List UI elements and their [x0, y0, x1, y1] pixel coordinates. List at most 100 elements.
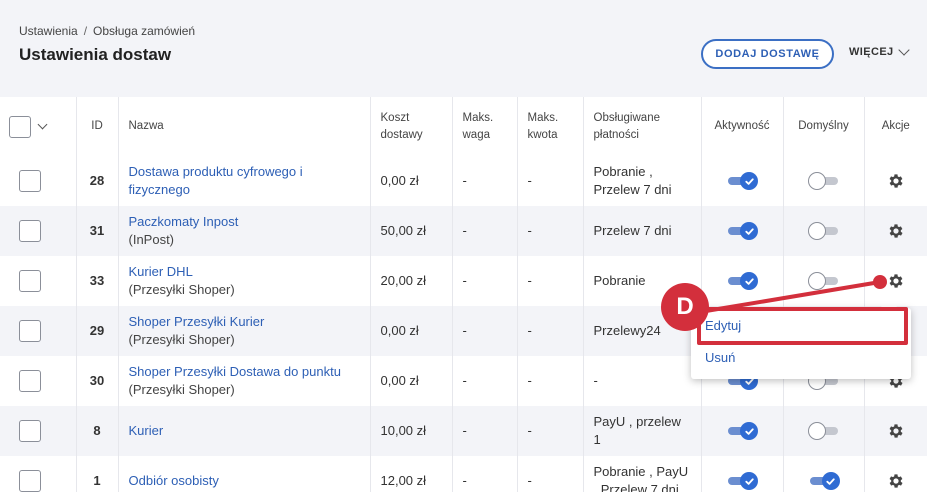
- row-select-cell: [0, 156, 77, 206]
- row-max-weight: -: [452, 206, 518, 256]
- payments-line1: -: [593, 373, 598, 388]
- annotation-marker: D: [661, 283, 709, 331]
- row-id: 30: [76, 356, 119, 406]
- row-active-cell: [701, 206, 784, 256]
- delivery-provider: (Przesyłki Shoper): [128, 282, 235, 297]
- row-checkbox[interactable]: [19, 370, 41, 392]
- page-title: Ustawienia dostaw: [19, 45, 172, 64]
- row-checkbox[interactable]: [19, 320, 41, 342]
- col-weight-line2: waga: [462, 128, 491, 141]
- active-toggle[interactable]: [726, 421, 758, 441]
- breadcrumb: Ustawienia / Obsługa zamówień: [19, 24, 195, 38]
- col-default[interactable]: Domyślny: [783, 97, 865, 156]
- active-toggle[interactable]: [726, 271, 758, 291]
- breadcrumb-current[interactable]: Obsługa zamówień: [93, 24, 195, 38]
- delivery-name-link[interactable]: Odbiór osobisty: [129, 473, 219, 488]
- toggle-knob: [740, 272, 758, 290]
- row-cost: 10,00 zł: [370, 406, 453, 456]
- delivery-name-link[interactable]: Shoper Przesyłki Dostawa do punktu: [129, 364, 341, 379]
- payments-line1: Przelew 7 dni: [593, 223, 672, 238]
- col-id[interactable]: ID: [76, 97, 119, 156]
- select-all-checkbox[interactable]: [9, 115, 31, 138]
- more-dropdown[interactable]: WIĘCEJ: [849, 44, 910, 58]
- breadcrumb-root[interactable]: Ustawienia: [19, 24, 78, 38]
- delivery-name-link[interactable]: Shoper Przesyłki Kurier: [129, 314, 265, 329]
- row-cost: 50,00 zł: [370, 206, 453, 256]
- row-max-weight: -: [452, 306, 518, 356]
- payments-line1: Pobranie , PayU: [593, 464, 689, 479]
- payments-line1: PayU , przelew 1: [593, 414, 681, 447]
- row-payments: Przelew 7 dni: [583, 206, 702, 256]
- table-row: 28 Dostawa produktu cyfrowego i fizyczneg…: [0, 156, 927, 206]
- gear-icon[interactable]: [887, 172, 905, 190]
- col-name[interactable]: Nazwa: [118, 97, 371, 156]
- row-checkbox[interactable]: [19, 270, 41, 292]
- col-payments: Obsługiwane płatności: [583, 97, 702, 156]
- gear-icon[interactable]: [887, 222, 905, 240]
- gear-icon[interactable]: [887, 472, 905, 490]
- gear-icon[interactable]: [887, 422, 905, 440]
- toggle-knob: [740, 472, 758, 490]
- row-payments: Pobranie , Przelew 7 dni: [583, 156, 702, 206]
- table-row: 33 Kurier DHL (Przesyłki Shoper) 20,00 zł - -…: [0, 256, 927, 306]
- delivery-provider: (Przesyłki Shoper): [128, 382, 235, 397]
- row-checkbox[interactable]: [19, 470, 41, 492]
- row-cost: 12,00 zł: [370, 456, 453, 492]
- delivery-name-link[interactable]: Paczkomaty Inpost: [129, 214, 239, 229]
- row-active-cell: [701, 456, 784, 492]
- row-cost: 0,00 zł: [370, 356, 453, 406]
- row-cost: 0,00 zł: [370, 306, 453, 356]
- col-active[interactable]: Aktywność: [701, 97, 784, 156]
- row-checkbox[interactable]: [19, 220, 41, 242]
- row-actions-cell: [864, 456, 927, 492]
- default-toggle[interactable]: [807, 171, 840, 191]
- active-toggle[interactable]: [726, 221, 758, 241]
- toggle-knob: [807, 422, 826, 440]
- col-max-amount[interactable]: Maks. kwota: [517, 97, 584, 156]
- gear-icon[interactable]: [887, 272, 905, 290]
- row-max-weight: -: [452, 456, 518, 492]
- row-active-cell: [701, 156, 784, 206]
- chevron-down-icon[interactable]: [37, 119, 48, 130]
- more-label: WIĘCEJ: [849, 46, 894, 58]
- row-max-amount: -: [517, 306, 584, 356]
- col-cost[interactable]: Koszt dostawy: [370, 97, 453, 156]
- row-payments: Pobranie , PayU , Przelew 7 dni: [583, 456, 702, 492]
- default-toggle[interactable]: [808, 471, 840, 491]
- row-max-weight: -: [452, 406, 518, 456]
- add-delivery-button[interactable]: DODAJ DOSTAWĘ: [701, 39, 834, 69]
- default-toggle[interactable]: [807, 221, 840, 241]
- row-payments: -: [583, 356, 702, 406]
- row-name-cell: Odbiór osobisty: [118, 456, 371, 492]
- breadcrumb-separator: /: [83, 24, 88, 38]
- col-max-weight[interactable]: Maks. waga: [452, 97, 518, 156]
- row-cost: 20,00 zł: [370, 256, 453, 306]
- row-name-cell: Shoper Przesyłki Kurier (Przesyłki Shoper…: [118, 306, 371, 356]
- row-select-cell: [0, 456, 77, 492]
- delivery-provider: (Przesyłki Shoper): [128, 332, 235, 347]
- default-toggle[interactable]: [807, 271, 840, 291]
- row-checkbox[interactable]: [19, 420, 41, 442]
- row-name-cell: Paczkomaty Inpost (InPost): [118, 206, 371, 256]
- delivery-name-link[interactable]: Kurier: [129, 423, 164, 438]
- row-select-cell: [0, 306, 77, 356]
- row-select-cell: [0, 406, 77, 456]
- delete-menu-item[interactable]: Usuń: [705, 350, 735, 365]
- col-amount-line1: Maks.: [527, 111, 559, 124]
- row-default-cell: [783, 256, 865, 306]
- row-cost: 0,00 zł: [370, 156, 453, 206]
- toggle-knob: [821, 472, 840, 490]
- table-row: 8 Kurier 10,00 zł - - PayU , przelew 1: [0, 406, 927, 456]
- row-default-cell: [783, 406, 865, 456]
- delivery-name-link[interactable]: Kurier DHL: [129, 264, 193, 279]
- active-toggle[interactable]: [726, 171, 758, 191]
- delivery-name-link[interactable]: Dostawa produktu cyfrowego i fizycznego: [129, 164, 303, 197]
- toggle-knob: [807, 222, 826, 240]
- row-id: 1: [76, 456, 119, 492]
- row-checkbox[interactable]: [19, 170, 41, 192]
- default-toggle[interactable]: [807, 421, 840, 441]
- page-header: Ustawienia / Obsługa zamówień Ustawienia d…: [0, 0, 927, 97]
- active-toggle[interactable]: [726, 471, 758, 491]
- table-row: 31 Paczkomaty Inpost (InPost) 50,00 zł - - Prz…: [0, 206, 927, 256]
- col-payments-line2: płatności: [593, 128, 639, 141]
